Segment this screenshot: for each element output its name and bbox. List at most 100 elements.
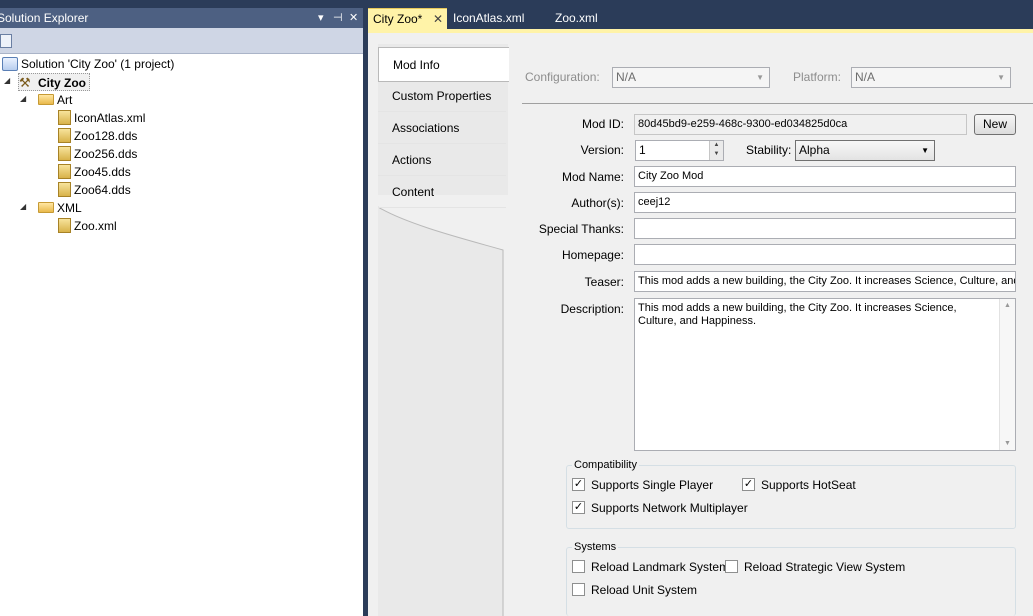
check-icon: ✓ <box>572 501 585 515</box>
scroll-down-icon[interactable]: ▼ <box>1004 440 1011 447</box>
reload-unit-checkbox[interactable]: Reload Unit System <box>572 583 697 599</box>
document-tab-bar: City Zoo* ✕ IconAtlas.xml Zoo.xml <box>368 8 1033 29</box>
tree-node-file[interactable]: Zoo128.dds <box>58 127 137 145</box>
tab-mod-info[interactable]: Mod Info <box>378 47 509 82</box>
nav-panel-tab-shape <box>378 195 508 616</box>
project-wand-icon: ⚒ <box>19 74 31 90</box>
mod-id-field[interactable]: 80d45bd9-e259-468c-9300-ed034825d0ca <box>634 114 967 135</box>
teaser-label: Teaser: <box>584 275 624 289</box>
reload-strategic-view-checkbox[interactable]: Reload Strategic View System <box>725 560 905 576</box>
spinner-icon[interactable]: ▲ ▼ <box>709 141 723 160</box>
tree-node-file[interactable]: Zoo64.dds <box>58 181 131 199</box>
mod-id-label: Mod ID: <box>581 117 624 131</box>
tab-custom-properties[interactable]: Custom Properties <box>378 80 506 112</box>
solution-explorer-toolbar <box>0 28 365 54</box>
tab-iconatlas[interactable]: IconAtlas.xml <box>448 8 548 29</box>
checkbox-box <box>572 583 585 597</box>
platform-label: Platform: <box>793 70 842 84</box>
systems-title: Systems <box>572 541 619 553</box>
tab-label: City Zoo* <box>373 12 423 26</box>
version-label: Version: <box>580 143 624 157</box>
new-button[interactable]: New <box>974 114 1016 135</box>
tab-actions[interactable]: Actions <box>378 144 506 176</box>
expander-icon[interactable]: ◢ <box>20 94 26 103</box>
stability-value: Alpha <box>799 143 830 157</box>
teaser-field[interactable]: This mod adds a new building, the City Z… <box>634 271 1016 292</box>
special-thanks-label: Special Thanks: <box>538 222 624 236</box>
mod-name-field[interactable]: City Zoo Mod <box>634 166 1016 187</box>
supports-hotseat-checkbox[interactable]: ✓ Supports HotSeat <box>742 478 856 494</box>
close-icon[interactable]: ✕ <box>349 8 358 28</box>
solution-tree: Solution 'City Zoo' (1 project) ◢ ⚒ City … <box>0 54 363 616</box>
file-icon <box>58 182 71 198</box>
checkbox-box <box>725 560 738 574</box>
description-scrollbar[interactable]: ▲ ▼ <box>999 299 1015 450</box>
file-icon <box>58 128 71 144</box>
tree-node-file[interactable]: Zoo256.dds <box>58 145 137 163</box>
tab-content[interactable]: Content <box>378 176 506 208</box>
file-label: Zoo256.dds <box>74 147 138 161</box>
tab-associations[interactable]: Associations <box>378 112 506 144</box>
tab-associations-label: Associations <box>392 121 460 135</box>
compatibility-title: Compatibility <box>572 459 639 471</box>
tree-node-file[interactable]: IconAtlas.xml <box>58 109 145 127</box>
tree-node-art-folder[interactable]: Art <box>38 91 72 109</box>
supports-hotseat-label: Supports HotSeat <box>761 478 856 492</box>
compatibility-group <box>566 465 1016 529</box>
expander-icon[interactable]: ◢ <box>20 202 26 211</box>
file-icon <box>58 164 71 180</box>
separator <box>522 103 1033 104</box>
project-label: City Zoo <box>38 76 86 90</box>
solution-icon <box>2 56 18 71</box>
supports-single-player-label: Supports Single Player <box>591 478 714 492</box>
tab-zoo-xml[interactable]: Zoo.xml <box>550 8 630 29</box>
pin-icon[interactable]: ⊣ <box>333 8 343 28</box>
supports-single-player-checkbox[interactable]: ✓ Supports Single Player <box>572 478 713 494</box>
solution-explorer-title: Solution Explorer <box>0 11 89 25</box>
file-label: Zoo128.dds <box>74 129 138 143</box>
tree-node-project[interactable]: ⚒ City Zoo <box>18 73 90 91</box>
checkbox-box <box>572 560 585 574</box>
chevron-down-icon: ▼ <box>756 73 764 82</box>
tab-city-zoo[interactable]: City Zoo* ✕ <box>368 8 447 29</box>
supports-network-multiplayer-label: Supports Network Multiplayer <box>591 501 748 515</box>
dropdown-icon[interactable]: ▾ <box>318 8 324 28</box>
scroll-up-icon[interactable]: ▲ <box>1004 302 1011 309</box>
tab-content-label: Content <box>392 185 435 199</box>
solution-explorer-titlebar: Solution Explorer ▾ ⊣ ✕ <box>0 8 365 28</box>
check-icon: ✓ <box>572 478 585 492</box>
tree-node-xml-folder[interactable]: XML <box>38 199 82 217</box>
stability-label: Stability: <box>746 143 792 157</box>
reload-landmark-checkbox[interactable]: Reload Landmark System <box>572 560 729 576</box>
reload-strategic-view-label: Reload Strategic View System <box>744 560 906 574</box>
file-icon <box>58 218 71 234</box>
homepage-field[interactable] <box>634 244 1016 265</box>
file-label: IconAtlas.xml <box>74 111 146 125</box>
configuration-combo[interactable]: N/A ▼ <box>612 67 770 88</box>
chevron-down-icon: ▼ <box>997 73 1005 82</box>
tree-node-solution[interactable]: Solution 'City Zoo' (1 project) <box>2 55 174 73</box>
platform-combo[interactable]: N/A ▼ <box>851 67 1011 88</box>
supports-network-multiplayer-checkbox[interactable]: ✓ Supports Network Multiplayer <box>572 501 748 517</box>
special-thanks-field[interactable] <box>634 218 1016 239</box>
platform-value: N/A <box>855 70 876 84</box>
check-icon: ✓ <box>742 478 755 492</box>
expander-icon[interactable]: ◢ <box>4 76 10 85</box>
file-label: Zoo64.dds <box>74 183 131 197</box>
folder-icon <box>38 94 54 106</box>
properties-icon[interactable] <box>0 34 12 48</box>
nav-tabs: Mod Info Custom Properties Associations … <box>378 44 509 209</box>
authors-field[interactable]: ceej12 <box>634 192 1016 213</box>
description-field[interactable]: This mod adds a new building, the City Z… <box>634 298 1016 451</box>
systems-group <box>566 547 1016 616</box>
tree-node-file[interactable]: Zoo45.dds <box>58 163 131 181</box>
tree-node-file[interactable]: Zoo.xml <box>58 217 117 235</box>
tab-actions-label: Actions <box>392 153 432 167</box>
homepage-label: Homepage: <box>561 248 624 262</box>
art-folder-label: Art <box>57 93 73 107</box>
close-icon[interactable]: ✕ <box>433 9 443 30</box>
chevron-down-icon: ▼ <box>921 146 929 155</box>
solution-label: Solution 'City Zoo' (1 project) <box>21 57 175 71</box>
stability-combo[interactable]: Alpha ▼ <box>795 140 935 161</box>
version-stepper[interactable]: 1 ▲ ▼ <box>635 140 724 161</box>
